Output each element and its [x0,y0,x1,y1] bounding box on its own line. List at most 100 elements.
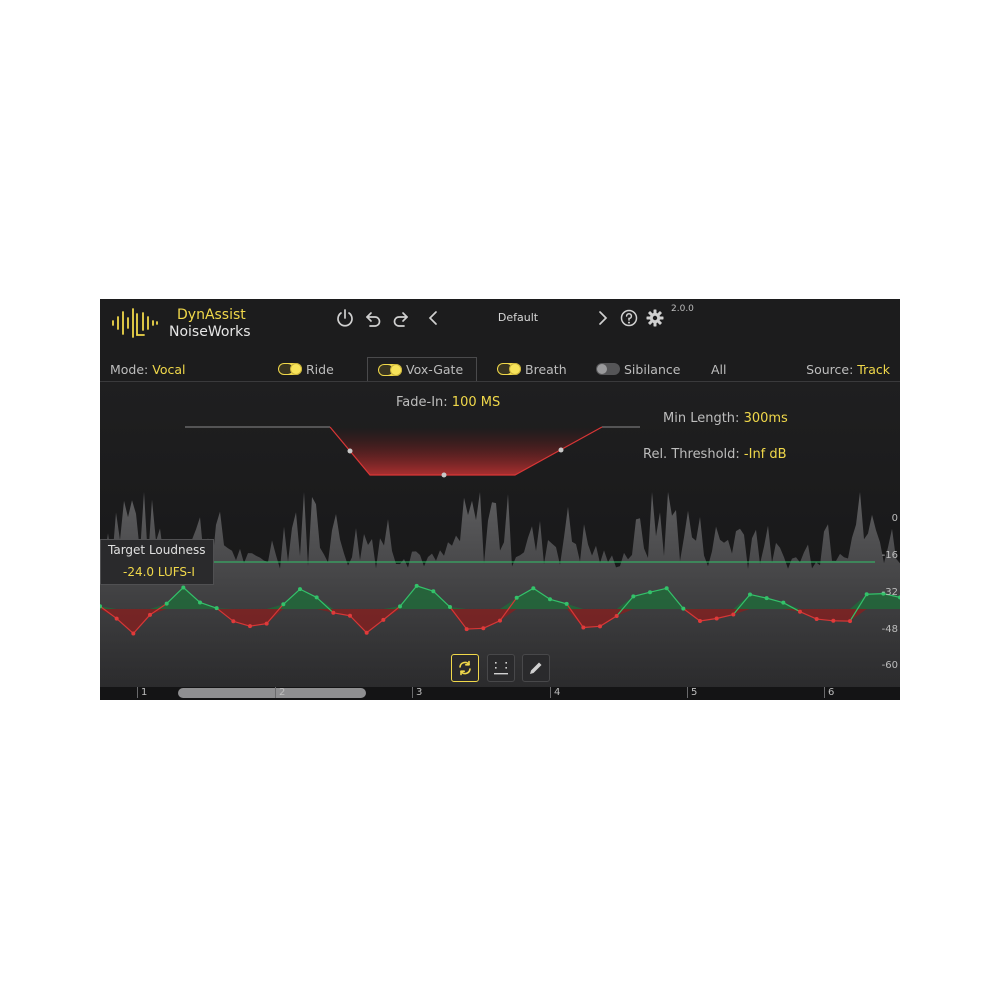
gain-point[interactable] [848,619,852,624]
tab-vox-gate[interactable]: Vox-Gate [367,357,477,381]
draw-button[interactable] [522,654,550,682]
vox-gate-toggle[interactable] [378,363,402,376]
gain-point[interactable] [248,624,252,629]
logo-icon [112,308,158,338]
fade-in-label: Fade-In: [396,395,448,410]
loop-button[interactable] [451,654,479,682]
gain-point[interactable] [148,612,152,617]
bar-marker-3: 3 [412,687,422,698]
gain-point[interactable] [298,587,302,592]
snap-button[interactable] [487,654,515,682]
db-label-0: 0 [891,513,898,524]
rel-threshold-param[interactable]: Rel. Threshold: -Inf dB [643,447,787,462]
gain-point[interactable] [581,625,586,630]
refresh-icon [459,660,471,676]
gain-point[interactable] [198,600,202,605]
tab-vox-gate-label: Vox-Gate [406,362,464,377]
undo-icon[interactable] [362,307,384,329]
gain-point[interactable] [698,619,702,624]
gate-handle-fade-out[interactable] [558,447,564,453]
preset-name[interactable]: Default [470,311,566,324]
gain-point[interactable] [531,586,536,591]
tab-ride-label: Ride [306,361,334,377]
gain-point[interactable] [764,596,769,601]
app-name: DynAssist [177,307,246,323]
rel-threshold-value: -Inf dB [743,447,787,462]
timeline-ruler[interactable]: 1 2 3 4 5 6 [100,687,900,700]
source-selector[interactable]: Source: Track [806,362,890,377]
gain-point[interactable] [614,613,619,618]
chevron-right-icon[interactable] [592,307,614,329]
gain-point[interactable] [164,601,169,606]
gain-point[interactable] [748,592,752,597]
bar-marker-5: 5 [687,687,697,698]
source-label: Source: [806,362,854,377]
bar-marker-1: 1 [137,687,147,698]
gain-point[interactable] [364,630,369,635]
gain-point[interactable] [798,609,802,614]
gain-point[interactable] [831,618,836,623]
gain-point[interactable] [714,616,719,621]
tab-sibilance-label: Sibilance [624,361,681,377]
sibilance-toggle[interactable] [596,363,620,375]
gain-point[interactable] [331,610,336,615]
tab-sibilance[interactable]: Sibilance [596,357,680,381]
gain-point[interactable] [564,601,569,606]
timeline-scrollbar[interactable] [178,688,366,698]
mode-label: Mode: [110,362,149,377]
gain-point[interactable] [414,583,419,588]
gain-point[interactable] [781,600,786,605]
tab-ride[interactable]: Ride [278,357,334,381]
gain-point[interactable] [681,606,686,611]
gain-point[interactable] [481,626,486,631]
tab-breath[interactable]: Breath [497,357,567,381]
gain-point[interactable] [131,631,136,636]
plugin-window: DynAssist NoiseWorks Default 2.0.0 Mode:… [100,299,900,700]
target-loudness-box[interactable]: Target Loudness -24.0 LUFS-I [100,539,214,585]
gain-point[interactable] [664,586,669,591]
gain-curve-segment [466,627,484,630]
gain-point[interactable] [314,595,319,600]
gain-point[interactable] [814,617,819,622]
gain-point[interactable] [114,616,119,621]
help-icon[interactable] [618,307,640,329]
gain-point[interactable] [731,612,736,617]
gain-point[interactable] [648,590,652,595]
gain-point[interactable] [381,617,386,622]
gain-point[interactable] [464,627,469,632]
breath-toggle[interactable] [497,363,521,375]
redo-icon[interactable] [390,307,412,329]
fade-in-param[interactable]: Fade-In: 100 MS [396,395,500,410]
source-value: Track [857,362,890,377]
bar-marker-6: 6 [824,687,834,698]
gain-point[interactable] [398,604,402,609]
tab-all-label: All [711,361,727,377]
target-loudness-value: -24.0 LUFS-I [123,565,195,579]
gain-point[interactable] [514,595,519,600]
gain-point[interactable] [598,624,602,629]
ride-toggle[interactable] [278,363,302,375]
min-length-param[interactable]: Min Length: 300ms [663,411,788,426]
mode-selector[interactable]: Mode: Vocal [110,362,186,377]
chevron-left-icon[interactable] [422,307,444,329]
tab-all[interactable]: All [711,357,727,381]
gain-point[interactable] [264,621,269,626]
gain-point[interactable] [214,606,219,611]
gain-point[interactable] [498,618,502,623]
gain-point[interactable] [548,597,552,602]
gain-point[interactable] [281,602,286,607]
gain-point[interactable] [431,589,436,594]
gate-handle-floor[interactable] [441,472,447,478]
gain-point[interactable] [181,585,186,590]
power-icon[interactable] [334,307,356,329]
gain-point[interactable] [631,594,636,599]
gate-handle-fade-in[interactable] [347,448,353,454]
mode-value: Vocal [152,362,186,377]
db-label-60: -60 [881,660,898,671]
gear-icon[interactable] [644,307,666,329]
gain-point[interactable] [448,605,452,610]
gain-point[interactable] [348,613,352,618]
fade-in-value: 100 MS [451,395,501,410]
min-length-value: 300ms [743,411,788,426]
gain-point[interactable] [231,619,236,624]
